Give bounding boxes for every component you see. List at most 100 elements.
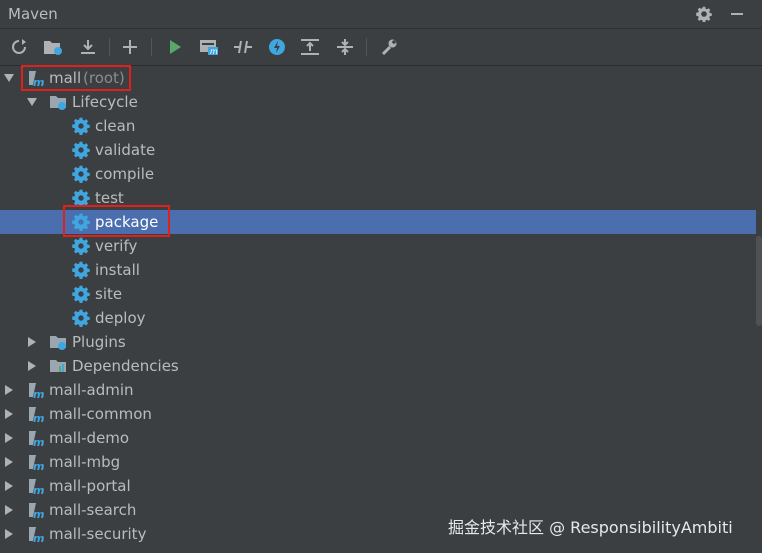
gear-icon bbox=[72, 285, 90, 303]
phase-label: test bbox=[95, 189, 124, 207]
svg-text:m: m bbox=[33, 484, 44, 495]
add-icon[interactable] bbox=[118, 35, 142, 59]
dependencies-folder-icon bbox=[49, 357, 67, 375]
collapsed-arrow-icon[interactable] bbox=[3, 504, 15, 516]
lifecycle-phase-compile[interactable]: compile bbox=[0, 162, 756, 186]
svg-text:m: m bbox=[33, 508, 44, 519]
toolbar-separator bbox=[109, 38, 110, 56]
minimize-icon[interactable] bbox=[726, 3, 748, 25]
lifecycle-label: Lifecycle bbox=[72, 93, 138, 111]
skip-tests-icon[interactable] bbox=[265, 35, 289, 59]
lifecycle-phase-install[interactable]: install bbox=[0, 258, 756, 282]
root-module-name: mall bbox=[49, 69, 82, 87]
tree-node-module[interactable]: m mall-mbg bbox=[0, 450, 756, 474]
collapsed-arrow-icon[interactable] bbox=[3, 408, 15, 420]
execute-goal-icon[interactable]: m bbox=[197, 35, 221, 59]
svg-text:m: m bbox=[33, 76, 44, 87]
maven-project-tree: m mall (root) Lifecycle clean validate c… bbox=[0, 65, 762, 553]
tree-node-module[interactable]: m mall-demo bbox=[0, 426, 756, 450]
collapsed-arrow-icon[interactable] bbox=[3, 480, 15, 492]
collapsed-arrow-icon[interactable] bbox=[3, 456, 15, 468]
svg-text:m: m bbox=[33, 388, 44, 399]
gear-icon bbox=[72, 213, 90, 231]
expanded-arrow-icon[interactable] bbox=[26, 96, 38, 108]
collapse-all-icon[interactable] bbox=[333, 35, 357, 59]
module-name: mall-security bbox=[49, 525, 147, 543]
maven-module-icon: m bbox=[27, 429, 45, 447]
toolbar-separator bbox=[151, 38, 152, 56]
module-name: mall-admin bbox=[49, 381, 134, 399]
gear-icon bbox=[72, 309, 90, 327]
module-name: mall-common bbox=[49, 405, 152, 423]
gear-icon bbox=[72, 117, 90, 135]
phase-label: compile bbox=[95, 165, 155, 183]
maven-module-icon: m bbox=[27, 405, 45, 423]
show-dependencies-icon[interactable] bbox=[298, 35, 322, 59]
dependencies-label: Dependencies bbox=[72, 357, 179, 375]
tree-node-module[interactable]: m mall-portal bbox=[0, 474, 756, 498]
tree-node-plugins[interactable]: Plugins bbox=[0, 330, 756, 354]
collapsed-arrow-icon[interactable] bbox=[26, 360, 38, 372]
toggle-offline-icon[interactable] bbox=[231, 35, 255, 59]
lifecycle-phase-clean[interactable]: clean bbox=[0, 114, 756, 138]
svg-text:m: m bbox=[33, 412, 44, 423]
gear-icon bbox=[72, 165, 90, 183]
settings-wrench-icon[interactable] bbox=[377, 35, 401, 59]
collapsed-arrow-icon[interactable] bbox=[3, 528, 15, 540]
root-module-suffix: (root) bbox=[83, 69, 125, 87]
toolbar-separator bbox=[366, 38, 367, 56]
watermark-text: 掘金技术社区 @ ResponsibilityAmbiti bbox=[448, 518, 733, 537]
expanded-arrow-icon[interactable] bbox=[3, 72, 15, 84]
gear-icon bbox=[72, 141, 90, 159]
plugins-label: Plugins bbox=[72, 333, 126, 351]
gear-icon bbox=[72, 261, 90, 279]
maven-module-icon: m bbox=[27, 501, 45, 519]
phase-label: clean bbox=[95, 117, 136, 135]
svg-text:m: m bbox=[33, 436, 44, 447]
maven-module-icon: m bbox=[27, 477, 45, 495]
tree-node-module[interactable]: m mall-common bbox=[0, 402, 756, 426]
maven-module-icon: m bbox=[27, 69, 45, 87]
phase-label: package bbox=[95, 213, 159, 231]
collapsed-arrow-icon[interactable] bbox=[3, 432, 15, 444]
lifecycle-phase-validate[interactable]: validate bbox=[0, 138, 756, 162]
collapsed-arrow-icon[interactable] bbox=[3, 384, 15, 396]
tool-window-title: Maven bbox=[8, 5, 58, 23]
maven-module-icon: m bbox=[27, 453, 45, 471]
tree-node-module[interactable]: m mall-admin bbox=[0, 378, 756, 402]
refresh-icon[interactable] bbox=[7, 35, 31, 59]
phase-label: site bbox=[95, 285, 123, 303]
maven-module-icon: m bbox=[27, 381, 45, 399]
gear-icon[interactable] bbox=[693, 3, 715, 25]
lifecycle-phase-package[interactable]: package bbox=[0, 210, 756, 234]
plugins-folder-icon bbox=[49, 333, 67, 351]
phase-label: verify bbox=[95, 237, 138, 255]
gear-icon bbox=[72, 189, 90, 207]
module-name: mall-demo bbox=[49, 429, 130, 447]
tree-node-lifecycle[interactable]: Lifecycle bbox=[0, 90, 756, 114]
module-name: mall-portal bbox=[49, 477, 131, 495]
module-name: mall-search bbox=[49, 501, 137, 519]
generate-sources-icon[interactable] bbox=[41, 35, 65, 59]
gear-icon bbox=[72, 237, 90, 255]
maven-module-icon: m bbox=[27, 525, 45, 543]
collapsed-arrow-icon[interactable] bbox=[26, 336, 38, 348]
run-icon[interactable] bbox=[163, 35, 187, 59]
phase-label: validate bbox=[95, 141, 156, 159]
lifecycle-phase-verify[interactable]: verify bbox=[0, 234, 756, 258]
maven-toolbar: m bbox=[0, 29, 762, 66]
tree-node-dependencies[interactable]: Dependencies bbox=[0, 354, 756, 378]
svg-text:m: m bbox=[33, 532, 44, 543]
phase-label: install bbox=[95, 261, 140, 279]
vertical-scrollbar[interactable] bbox=[756, 236, 762, 326]
lifecycle-phase-site[interactable]: site bbox=[0, 282, 756, 306]
lifecycle-folder-icon bbox=[49, 93, 67, 111]
download-icon[interactable] bbox=[76, 35, 100, 59]
svg-text:m: m bbox=[210, 47, 218, 56]
tree-node-root[interactable]: m mall (root) bbox=[0, 66, 756, 90]
svg-text:m: m bbox=[33, 460, 44, 471]
phase-label: deploy bbox=[95, 309, 146, 327]
lifecycle-phase-test[interactable]: test bbox=[0, 186, 756, 210]
lifecycle-phase-deploy[interactable]: deploy bbox=[0, 306, 756, 330]
tool-window-header: Maven bbox=[0, 0, 762, 29]
